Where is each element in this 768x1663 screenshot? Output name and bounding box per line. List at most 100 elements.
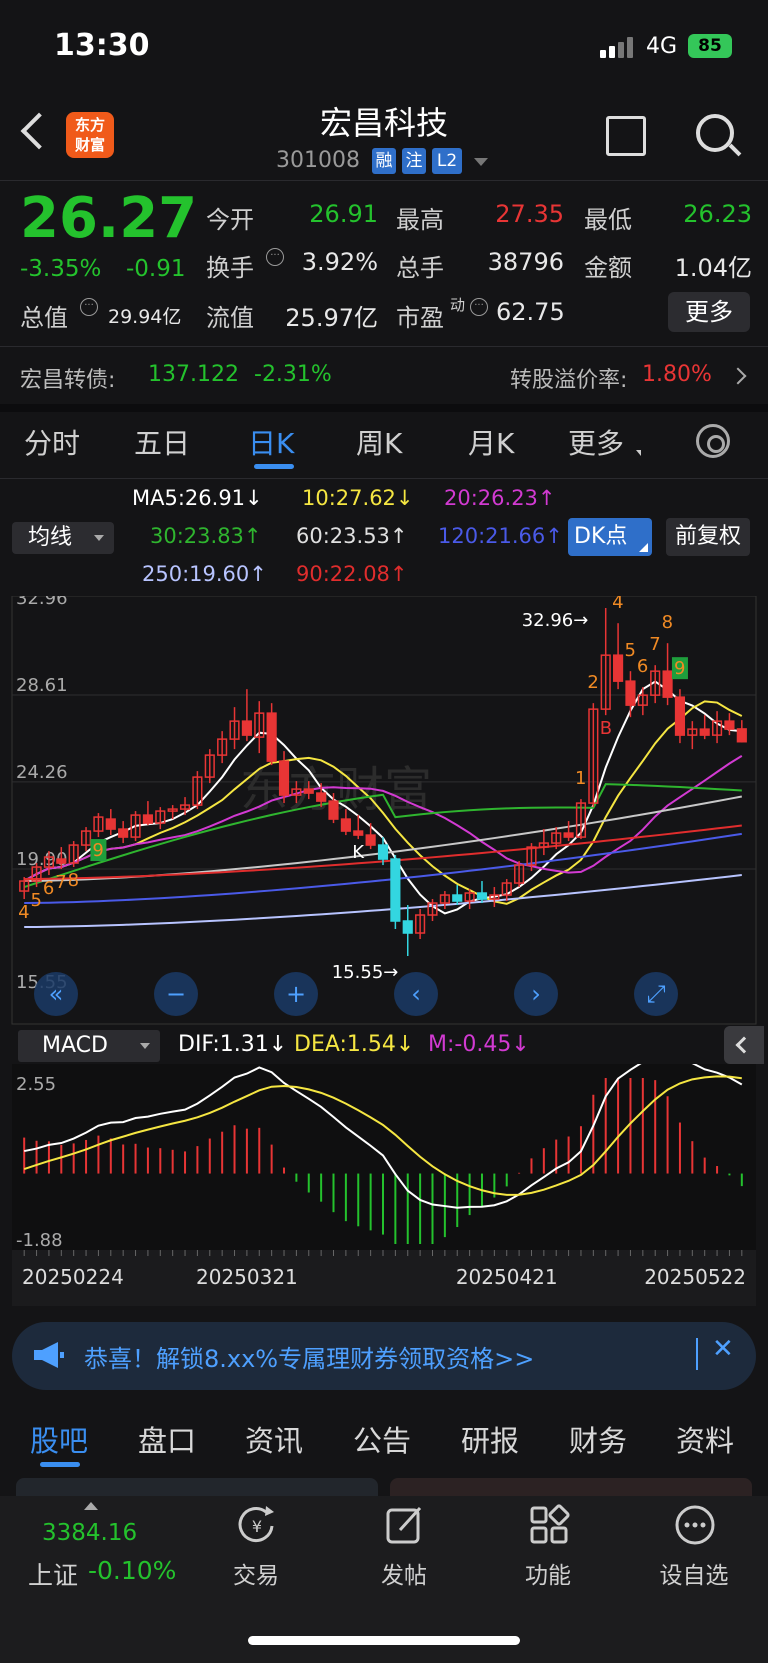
zoom-out-icon[interactable]: − (154, 972, 198, 1016)
level2-tag: L2 (432, 148, 462, 174)
fullscreen-icon[interactable]: ⤢ (634, 972, 678, 1016)
macd-tick: 2.55 (16, 1074, 56, 1095)
candle (365, 823, 376, 850)
candle (204, 749, 215, 784)
candle (427, 899, 438, 922)
kline-chart[interactable]: 32.9628.6124.2619.9015.55 东方财富 456789123… (0, 596, 768, 1026)
candle (80, 827, 92, 852)
info-icon[interactable]: ··· (470, 298, 488, 317)
candle (563, 821, 574, 842)
candle-body (266, 712, 277, 762)
convertible-bond-bar[interactable]: 宏昌转债: 137.122 -2.31% 转股溢价率: 1.80% (0, 350, 768, 404)
more-circle-icon[interactable] (674, 1504, 716, 1546)
candle (217, 731, 228, 764)
chevron-down-icon (94, 535, 104, 541)
network-type: 4G (646, 34, 678, 59)
max-annotation: 32.96→ (522, 610, 589, 631)
tab-intraday[interactable]: 分时 (24, 422, 80, 462)
prev-icon[interactable]: ‹ (394, 972, 438, 1016)
td-label: 9 (674, 658, 685, 679)
low-label: 最低 (584, 206, 632, 234)
gear-icon[interactable] (696, 424, 730, 458)
candle-body (365, 834, 376, 846)
tab-weekly-k[interactable]: 周K (356, 422, 402, 462)
candle (452, 885, 463, 906)
chevron-down-icon[interactable] (474, 158, 488, 166)
collapse-button[interactable] (724, 1026, 764, 1064)
indicator-select[interactable]: 均线 (12, 522, 114, 554)
forward-adjust-button[interactable]: 前复权 (666, 518, 750, 556)
date-label: 20250224 (22, 1265, 124, 1289)
candle (192, 771, 203, 810)
candle (699, 715, 710, 740)
ma5-legend: MA5:26.91↓ (132, 486, 263, 510)
macd-select[interactable]: MACD (18, 1030, 160, 1062)
change-percent: -3.35% (20, 256, 102, 282)
tab-announcements[interactable]: 公告 (353, 1418, 411, 1460)
zoom-in-icon[interactable]: + (274, 972, 318, 1016)
dk-point-button[interactable]: DK点 (568, 518, 652, 556)
tab-pankou[interactable]: 盘口 (138, 1418, 196, 1460)
nav-watchlist[interactable]: 设自选 (644, 1556, 744, 1590)
volume-value: 38796 (487, 248, 564, 276)
candle (501, 879, 512, 902)
nav-post[interactable]: 发帖 (354, 1556, 454, 1590)
dea-value: DEA:1.54↓ (294, 1032, 415, 1057)
td-label: 5 (624, 640, 635, 661)
candle (105, 809, 116, 836)
trade-icon[interactable]: ¥ (236, 1504, 278, 1546)
tab-news[interactable]: 资讯 (245, 1418, 303, 1460)
tab-research[interactable]: 研报 (461, 1418, 519, 1460)
candle (724, 713, 735, 736)
ma60-legend: 60:23.53↑ (296, 524, 408, 548)
price-tick: 28.61 (16, 675, 68, 696)
tab-guba[interactable]: 股吧 (30, 1418, 88, 1460)
more-button[interactable]: 更多 (668, 292, 750, 332)
nav-functions[interactable]: 功能 (498, 1556, 598, 1590)
rewind-icon[interactable]: « (34, 972, 78, 1016)
candle-body (452, 894, 463, 902)
tab-more[interactable]: 更多 (568, 422, 624, 462)
candle (266, 703, 277, 766)
tab-daily-k[interactable]: 日K (248, 422, 294, 462)
caret-up-icon[interactable] (84, 1502, 98, 1510)
candle-body (353, 830, 364, 836)
divider (0, 180, 768, 181)
candle (254, 701, 265, 754)
td-label: 4 (612, 596, 623, 613)
index-value[interactable]: 3384.16 (42, 1520, 137, 1546)
next-icon[interactable]: › (514, 972, 558, 1016)
candle (229, 707, 240, 750)
grid-icon[interactable] (528, 1504, 570, 1546)
price-tick: 32.96 (16, 596, 68, 609)
stock-name: 宏昌科技 (319, 104, 448, 142)
close-icon[interactable]: ✕ (712, 1334, 734, 1364)
candle (19, 877, 30, 900)
tab-five-day[interactable]: 五日 (134, 422, 190, 462)
min-annotation: 15.55→ (332, 962, 399, 983)
candle-body (303, 788, 314, 794)
svg-text:¥: ¥ (252, 1517, 262, 1536)
tab-profile[interactable]: 资料 (676, 1418, 734, 1460)
candle-body (340, 818, 351, 832)
candle-body (699, 728, 710, 736)
macd-chart[interactable]: 2.55 -1.88 (0, 1064, 768, 1260)
tab-finance[interactable]: 财务 (569, 1418, 627, 1460)
signal-icon (600, 36, 636, 58)
total-mv-label: 总值 (20, 304, 68, 332)
info-icon[interactable]: ··· (80, 298, 98, 317)
edit-icon[interactable] (384, 1504, 426, 1546)
td-label: 8 (662, 612, 673, 633)
macd-tick: -1.88 (16, 1230, 63, 1251)
svg-text:⤢: ⤢ (646, 980, 665, 1008)
tab-monthly-k[interactable]: 月K (468, 422, 514, 462)
total-mv-value: 29.94亿 (108, 306, 182, 328)
share-icon[interactable] (606, 116, 646, 156)
td-label: 6 (637, 656, 648, 677)
candle-body (402, 920, 413, 934)
m-value: M:-0.45↓ (428, 1032, 530, 1057)
turnover-label: 换手 (206, 254, 254, 282)
index-pct: -0.10% (88, 1556, 177, 1585)
ma250-legend: 250:19.60↑ (142, 562, 267, 586)
nav-trade[interactable]: 交易 (206, 1556, 306, 1590)
